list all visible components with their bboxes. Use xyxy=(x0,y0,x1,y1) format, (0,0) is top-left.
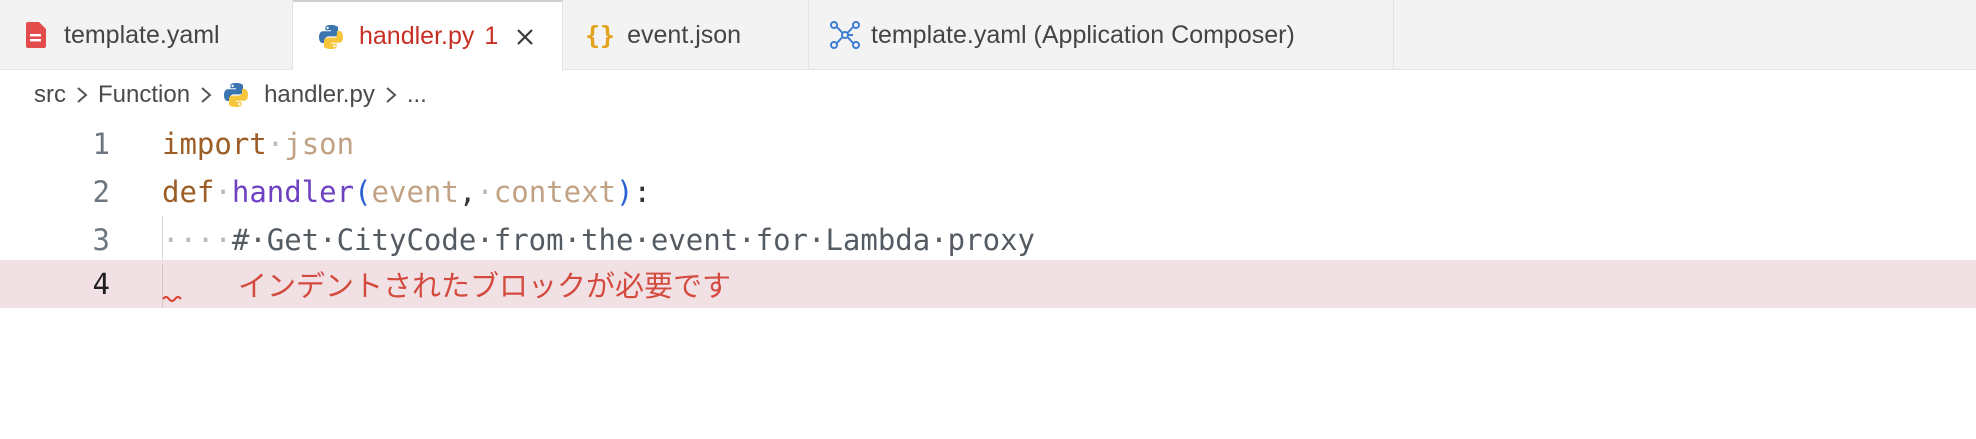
function-name: handler xyxy=(231,175,355,209)
keyword-import: import xyxy=(162,127,267,161)
tab-template-yaml[interactable]: template.yaml xyxy=(0,0,293,70)
breadcrumb-item-function[interactable]: Function xyxy=(98,81,190,109)
code-line-4[interactable]: 4 インデントされたブロックが必要です xyxy=(0,260,1976,308)
line-number: 1 xyxy=(92,127,110,161)
whitespace-marker: · xyxy=(266,127,285,161)
breadcrumb-item-symbols[interactable]: ... xyxy=(407,81,427,109)
code-line-3[interactable]: 3 ····#·Get·CityCode·from·the·event·for·… xyxy=(0,216,1976,264)
breadcrumb: src Function handler.py ... xyxy=(34,78,427,112)
line-number: 4 xyxy=(92,267,110,301)
indent-guide xyxy=(162,216,163,264)
tab-application-composer[interactable]: template.yaml (Application Composer) xyxy=(809,0,1394,70)
keyword-def: def xyxy=(162,175,215,209)
code-text: ····#·Get·CityCode·from·the·event·for·La… xyxy=(162,223,1035,257)
chevron-right-icon xyxy=(200,85,212,105)
code-text: import·json xyxy=(162,127,354,161)
code-line-1[interactable]: 1 import·json xyxy=(0,120,1976,168)
problem-count-badge: 1 xyxy=(484,22,499,50)
param-context: context xyxy=(493,175,617,209)
open-paren: ( xyxy=(354,175,372,209)
tab-label: handler.py xyxy=(359,22,475,50)
tab-handler-py[interactable]: handler.py 1 xyxy=(293,0,563,71)
breadcrumb-item-src[interactable]: src xyxy=(34,81,66,109)
chevron-right-icon xyxy=(385,85,397,105)
tab-label: template.yaml xyxy=(64,20,220,49)
code-line-2[interactable]: 2 def·handler(event,·context): xyxy=(0,168,1976,216)
whitespace-marker: · xyxy=(476,175,494,209)
colon: : xyxy=(633,175,651,209)
inline-error-message: インデントされたブロックが必要です xyxy=(238,269,732,303)
breadcrumb-item-file[interactable]: handler.py xyxy=(264,81,375,109)
tab-label: template.yaml (Application Composer) xyxy=(871,20,1295,49)
code-editor[interactable]: 1 import·json 2 def·handler(event,·conte… xyxy=(0,120,1976,439)
line-number: 3 xyxy=(92,223,110,257)
indent-marker: ···· xyxy=(162,223,232,257)
param-event: event xyxy=(371,175,459,209)
chevron-right-icon xyxy=(76,85,88,105)
comma: , xyxy=(458,175,477,209)
python-icon xyxy=(222,81,250,109)
composer-icon xyxy=(829,20,861,50)
whitespace-marker: · xyxy=(214,175,232,209)
code-text: def·handler(event,·context): xyxy=(162,175,651,209)
module-name: json xyxy=(284,127,355,161)
close-paren: ) xyxy=(616,175,634,209)
line-number: 2 xyxy=(92,175,110,209)
comment: #·Get·CityCode·from·the·event·for·Lambda… xyxy=(231,223,1035,257)
tab-event-json[interactable]: {} event.json xyxy=(563,0,809,70)
yaml-file-icon xyxy=(26,22,46,48)
python-icon xyxy=(317,23,345,51)
json-braces-icon: {} xyxy=(585,20,616,50)
error-squiggle xyxy=(162,296,182,302)
close-icon[interactable] xyxy=(516,28,534,46)
editor-tab-bar: template.yaml handler.py 1 {} event.json xyxy=(0,0,1976,71)
tab-label: event.json xyxy=(627,20,742,49)
